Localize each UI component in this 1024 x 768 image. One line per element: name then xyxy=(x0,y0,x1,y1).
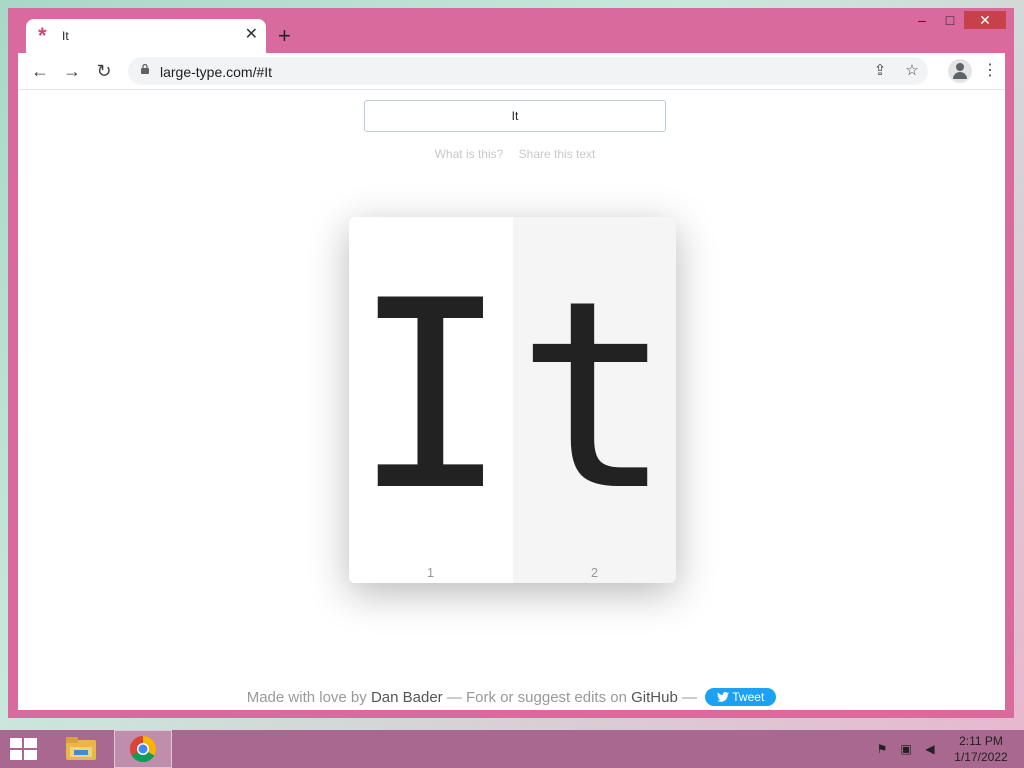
tweet-button[interactable]: Tweet xyxy=(705,688,777,706)
character-number: 2 xyxy=(590,565,599,580)
what-is-this-link[interactable]: What is this? xyxy=(435,147,504,161)
profile-avatar-icon[interactable] xyxy=(948,59,972,83)
author-link[interactable]: Dan Bader xyxy=(371,689,443,706)
twitter-bird-icon xyxy=(717,692,730,702)
menu-kebab-icon[interactable]: ⋮ xyxy=(980,59,1000,83)
close-window-button[interactable]: ✕ xyxy=(964,11,1006,29)
character-glyph: t xyxy=(516,246,673,548)
chrome-taskbar-icon[interactable] xyxy=(114,730,172,768)
page-footer: Made with love by Dan Bader — Fork or su… xyxy=(18,688,1005,706)
character-glyph: I xyxy=(352,246,509,548)
large-type-input[interactable] xyxy=(364,100,666,132)
asterisk-favicon-icon: * xyxy=(38,23,47,48)
footer-fork-text: — Fork or suggest edits on xyxy=(446,689,627,706)
minimize-button[interactable]: – xyxy=(908,11,936,29)
clock-date: 1/17/2022 xyxy=(954,750,1008,764)
large-type-card: I 1 t 2 xyxy=(349,217,676,583)
maximize-button[interactable]: □ xyxy=(936,11,964,29)
close-tab-icon[interactable]: ✕ xyxy=(245,27,258,43)
forward-arrow-icon[interactable]: → xyxy=(60,59,84,83)
action-center-flag-icon[interactable]: ⚑ xyxy=(874,741,890,757)
tweet-label: Tweet xyxy=(732,690,765,704)
character-cell: I 1 xyxy=(349,217,512,583)
file-explorer-icon[interactable] xyxy=(60,733,102,765)
url-text: large-type.com/#It xyxy=(160,64,273,80)
share-icon[interactable]: ⇪ xyxy=(870,61,890,81)
tab-title: It xyxy=(62,29,69,43)
volume-muted-icon[interactable]: ◀ xyxy=(922,741,938,757)
reload-icon[interactable]: ↻ xyxy=(92,59,116,83)
browser-window: * It ✕ + – □ ✕ ← → ↻ large-type.com/#It … xyxy=(8,8,1014,718)
windows-start-icon[interactable] xyxy=(10,738,38,760)
share-text-link[interactable]: Share this text xyxy=(519,147,596,161)
new-tab-button[interactable]: + xyxy=(278,25,291,47)
page-content: What is this? Share this text I 1 t 2 Ma… xyxy=(18,90,1005,710)
taskbar: ⚑ ▣ ◀ 2:11 PM 1/17/2022 xyxy=(0,730,1024,768)
network-icon[interactable]: ▣ xyxy=(898,741,914,757)
github-link[interactable]: GitHub xyxy=(631,689,678,706)
help-links: What is this? Share this text xyxy=(364,147,666,161)
clock-time: 2:11 PM xyxy=(959,734,1003,748)
browser-tab[interactable]: * It ✕ xyxy=(26,19,266,53)
bookmark-star-icon[interactable]: ☆ xyxy=(902,61,922,81)
system-clock[interactable]: 2:11 PM 1/17/2022 xyxy=(946,733,1016,765)
footer-made-with: Made with love by xyxy=(246,689,367,706)
footer-dash: — xyxy=(681,689,697,706)
character-cell: t 2 xyxy=(513,217,676,583)
browser-toolbar: ← → ↻ large-type.com/#It ⇪ ☆ ⋮ xyxy=(18,53,1005,90)
back-arrow-icon[interactable]: ← xyxy=(28,59,52,83)
lock-icon xyxy=(141,64,149,74)
character-number: 1 xyxy=(426,565,435,580)
title-bar: * It ✕ + – □ ✕ xyxy=(8,8,1014,53)
address-bar[interactable]: large-type.com/#It ⇪ ☆ xyxy=(128,57,928,85)
